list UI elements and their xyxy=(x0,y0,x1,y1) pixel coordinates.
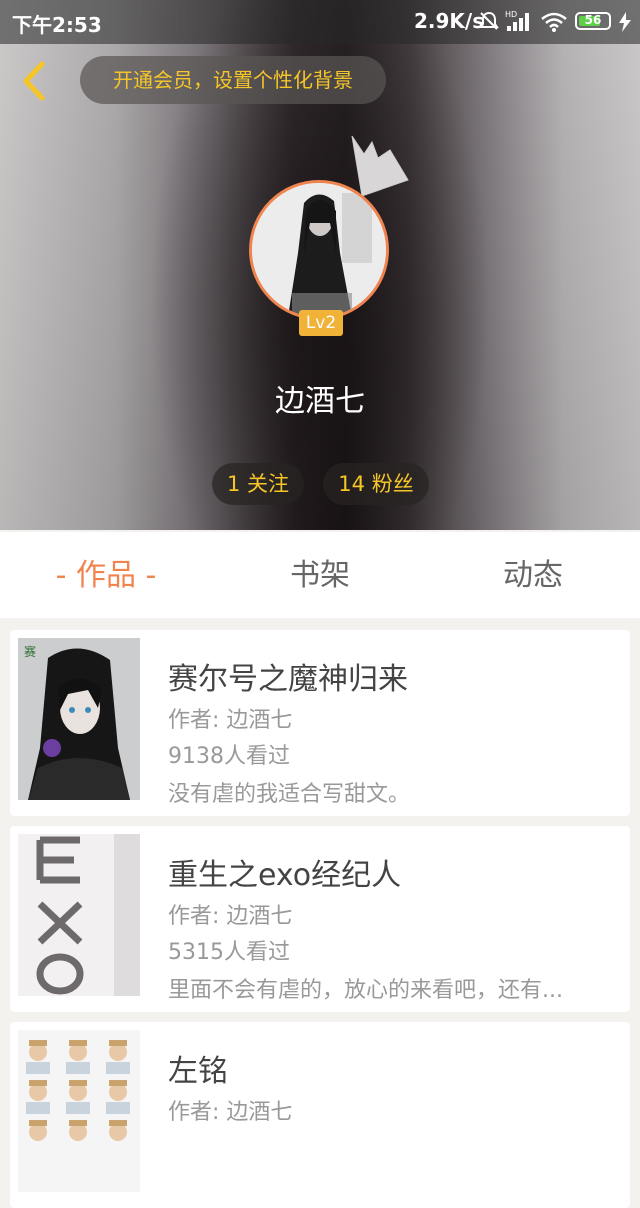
battery-level: 56 xyxy=(584,13,602,27)
following-count-button[interactable]: 1 关注 xyxy=(212,463,304,505)
vip-background-banner[interactable]: 开通会员，设置个性化背景 xyxy=(80,56,386,104)
book-views: 5315人看过 xyxy=(168,940,290,965)
book-title: 左铭 xyxy=(168,1054,228,1089)
username: 边酒七 xyxy=(275,384,365,419)
profile-tabs: - 作品 - 书架 动态 xyxy=(0,532,640,618)
book-card[interactable]: 赛 赛尔号之魔神归来 作者: 边酒七 9138人看过 没有虐的我适合写甜文。 xyxy=(10,630,630,816)
tab-works[interactable]: - 作品 - xyxy=(46,532,166,618)
book-cover xyxy=(18,1030,140,1192)
tab-bookshelf[interactable]: 书架 xyxy=(260,532,380,618)
book-card[interactable]: 左铭 作者: 边酒七 xyxy=(10,1022,630,1208)
book-author: 作者: 边酒七 xyxy=(168,1100,293,1125)
tab-moments[interactable]: 动态 xyxy=(473,532,593,618)
status-time: 下午2:53 xyxy=(12,13,102,37)
book-description: 没有虐的我适合写甜文。 xyxy=(168,782,411,807)
svg-text:HD: HD xyxy=(505,10,517,19)
bell-muted-icon xyxy=(478,10,500,36)
book-card[interactable]: 重生之exo经纪人 作者: 边酒七 5315人看过 里面不会有虐的，放心的来看吧… xyxy=(10,826,630,1012)
fans-count-button[interactable]: 14 粉丝 xyxy=(323,463,429,505)
book-author: 作者: 边酒七 xyxy=(168,708,293,733)
profile-header: 下午2:53 2.9K/s HD 56 开通会员，设置个性化背景 Lv2 边酒七… xyxy=(0,0,640,530)
book-title: 重生之exo经纪人 xyxy=(168,858,402,893)
network-speed: 2.9K/s xyxy=(414,9,485,33)
chevron-left-icon xyxy=(16,61,56,108)
book-description: 里面不会有虐的，放心的来看吧，还有... xyxy=(168,978,563,1003)
book-cover: 赛 xyxy=(18,638,140,800)
wifi-icon xyxy=(540,12,568,36)
level-badge: Lv2 xyxy=(299,310,343,336)
status-bar: 下午2:53 2.9K/s HD 56 xyxy=(0,0,640,44)
battery-icon: 56 xyxy=(575,12,611,30)
book-author: 作者: 边酒七 xyxy=(168,904,293,929)
svg-text:赛: 赛 xyxy=(24,644,36,659)
avatar[interactable] xyxy=(249,180,389,320)
book-title: 赛尔号之魔神归来 xyxy=(168,662,408,697)
book-cover xyxy=(18,834,140,996)
signal-icon: HD xyxy=(505,10,533,36)
charging-icon xyxy=(618,12,632,36)
book-views: 9138人看过 xyxy=(168,744,290,769)
back-button[interactable] xyxy=(16,58,56,104)
